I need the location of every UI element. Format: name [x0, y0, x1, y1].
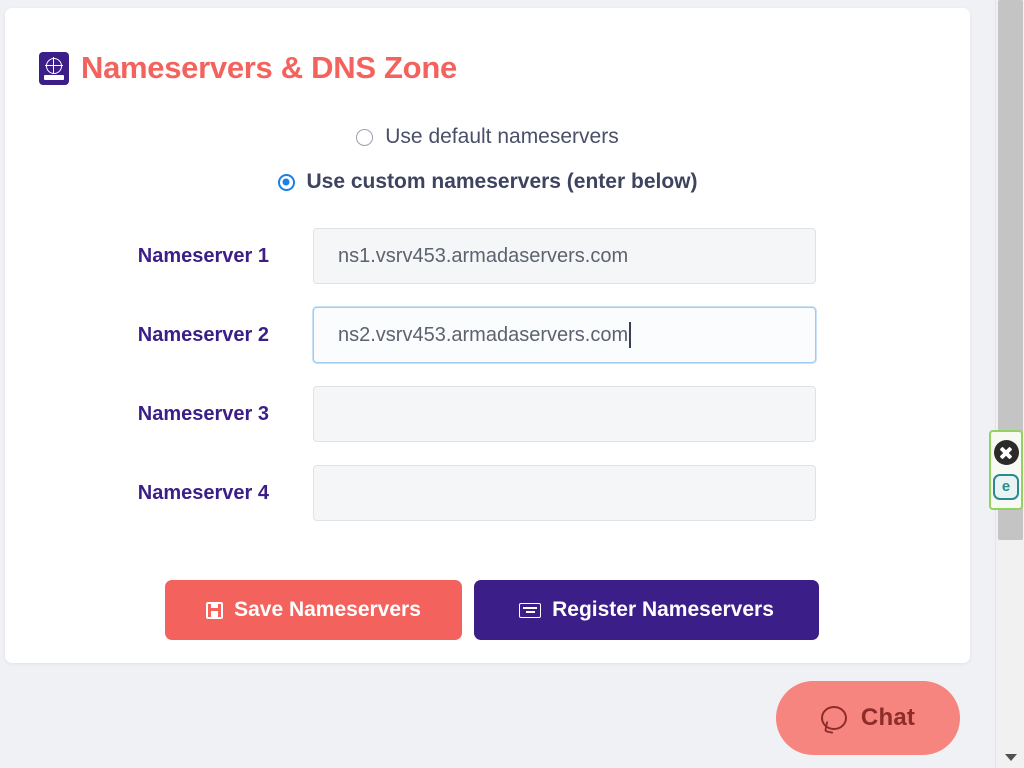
- nameserver-row-3: Nameserver 3: [5, 386, 970, 442]
- radio-label-default-nameservers: Use default nameservers: [385, 125, 619, 148]
- radio-label-custom-nameservers: Use custom nameservers (enter below): [306, 170, 698, 193]
- vertical-scrollbar[interactable]: [995, 0, 1024, 768]
- nameserver-4-input[interactable]: [313, 465, 816, 521]
- nameserver-row-2: Nameserver 2 ns2.vsrv453.armadaservers.c…: [5, 307, 970, 363]
- nameserver-3-input[interactable]: [313, 386, 816, 442]
- floppy-save-icon: [206, 601, 224, 619]
- nameserver-1-input[interactable]: ns1.vsrv453.armadaservers.com: [313, 228, 816, 284]
- register-nameservers-label: Register Nameservers: [552, 598, 774, 621]
- nameserver-1-label: Nameserver 1: [137, 244, 269, 267]
- radio-custom-nameservers[interactable]: [277, 173, 295, 191]
- keyboard-icon: [519, 602, 542, 618]
- nameserver-mode-radio-group: Use default nameservers Use custom names…: [5, 121, 970, 198]
- e-badge-letter: e: [1001, 478, 1011, 496]
- chevron-down-icon: [1004, 753, 1017, 761]
- nameserver-fields: Nameserver 1 ns1.vsrv453.armadaservers.c…: [5, 228, 970, 544]
- page-title: Nameservers & DNS Zone: [39, 50, 457, 86]
- register-nameservers-button[interactable]: Register Nameservers: [474, 580, 819, 640]
- radio-option-default-nameservers[interactable]: Use default nameservers: [5, 121, 970, 153]
- text-cursor: [629, 322, 631, 348]
- nameserver-2-value: ns2.vsrv453.armadaservers.com: [338, 323, 629, 346]
- nameserver-2-label: Nameserver 2: [137, 323, 269, 346]
- passport-globe-icon: [39, 51, 69, 85]
- scroll-down-button[interactable]: [996, 746, 1024, 768]
- close-circle-icon[interactable]: [993, 440, 1019, 466]
- page-root: Nameservers & DNS Zone Use default names…: [0, 0, 1024, 768]
- radio-option-custom-nameservers[interactable]: Use custom nameservers (enter below): [5, 166, 970, 198]
- nameserver-row-4: Nameserver 4: [5, 465, 970, 521]
- e-badge-icon[interactable]: e: [993, 473, 1019, 500]
- chat-widget-button[interactable]: Chat: [776, 681, 960, 755]
- nameserver-3-label: Nameserver 3: [137, 402, 269, 425]
- chat-bubble-icon: [820, 706, 847, 730]
- form-actions: Save Nameservers Register Nameservers: [165, 580, 819, 640]
- page-title-text: Nameservers & DNS Zone: [81, 50, 457, 85]
- page-viewport: Nameservers & DNS Zone Use default names…: [0, 0, 995, 768]
- nameserver-4-label: Nameserver 4: [137, 481, 269, 504]
- radio-default-nameservers[interactable]: [356, 128, 374, 146]
- nameservers-card: Nameservers & DNS Zone Use default names…: [5, 8, 970, 663]
- nameserver-2-input[interactable]: ns2.vsrv453.armadaservers.com: [313, 307, 816, 363]
- save-nameservers-button[interactable]: Save Nameservers: [165, 580, 462, 640]
- nameserver-row-1: Nameserver 1 ns1.vsrv453.armadaservers.c…: [5, 228, 970, 284]
- save-nameservers-label: Save Nameservers: [234, 598, 421, 621]
- nameserver-1-value: ns1.vsrv453.armadaservers.com: [338, 244, 629, 267]
- chat-widget-label: Chat: [860, 704, 916, 731]
- extension-overlay: e: [989, 430, 1023, 510]
